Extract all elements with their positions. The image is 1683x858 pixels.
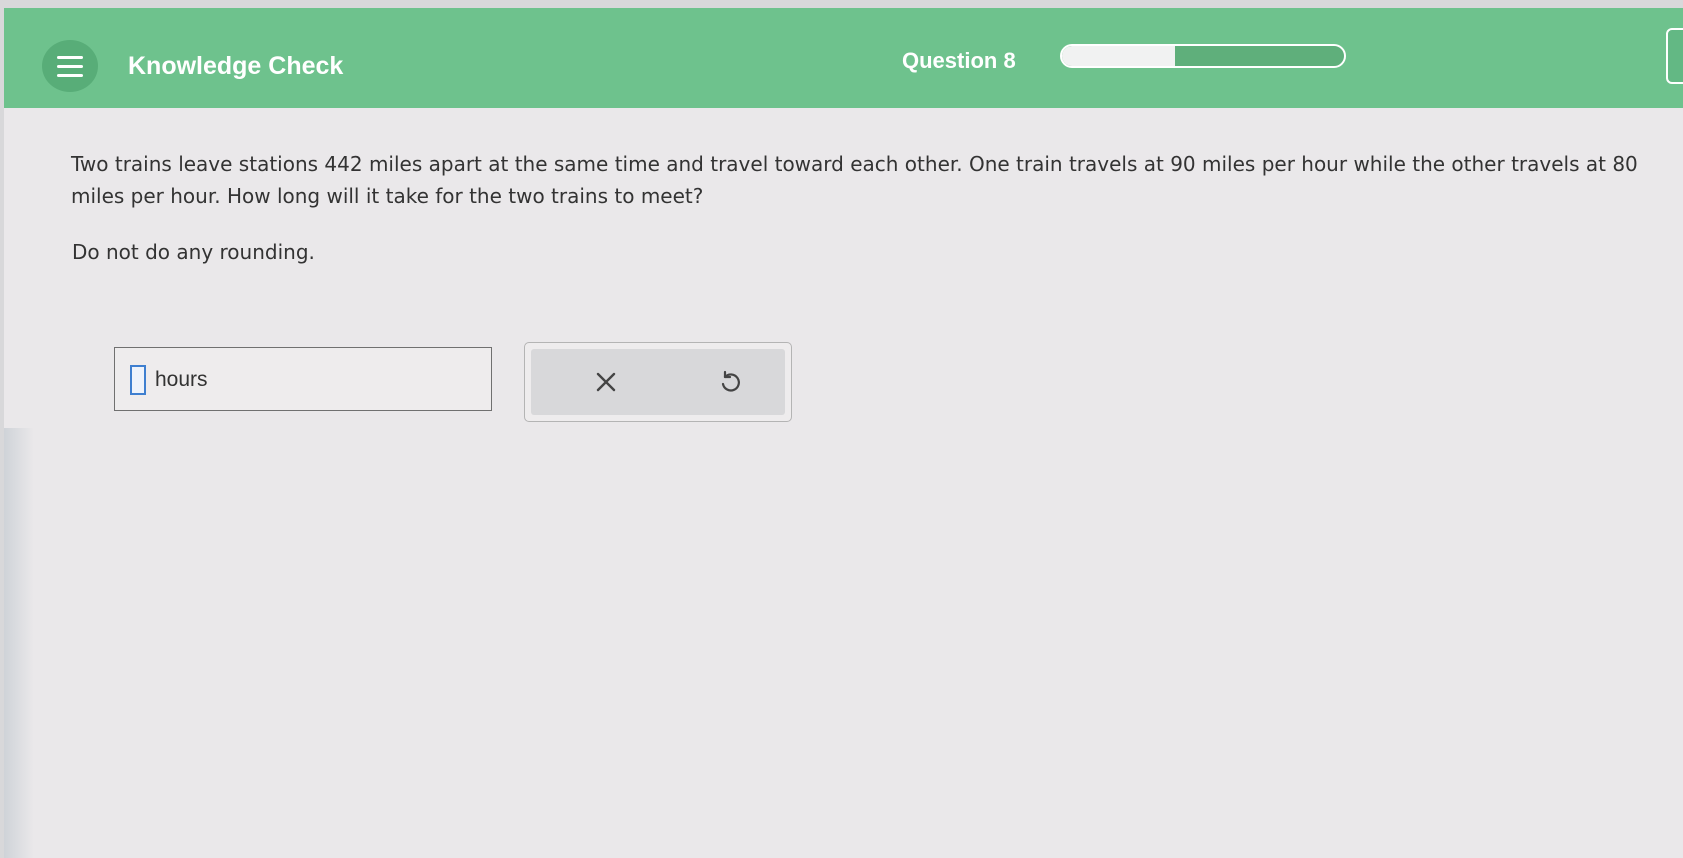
- answer-input[interactable]: [130, 365, 146, 395]
- clear-button[interactable]: [591, 367, 621, 397]
- question-number: Question 8: [902, 48, 1016, 73]
- progress-bar: [1060, 44, 1346, 68]
- unit-label: hours: [155, 368, 208, 391]
- question-text: Two trains leave stations 442 miles apar…: [71, 148, 1671, 212]
- header-right-button[interactable]: [1666, 28, 1683, 84]
- progress-bar-fill: [1062, 46, 1175, 66]
- undo-icon: [721, 370, 740, 392]
- undo-button[interactable]: [715, 367, 745, 397]
- app-screen: Knowledge Check Question 8 Two trains le…: [4, 8, 1683, 858]
- answer-tools-panel: [524, 342, 792, 422]
- page-title: Knowledge Check: [128, 52, 344, 80]
- close-x-icon: [596, 372, 616, 392]
- answer-tools-bar: [531, 349, 785, 415]
- answer-input-container[interactable]: hours: [114, 347, 492, 411]
- instruction-text: Do not do any rounding.: [72, 240, 315, 264]
- hamburger-menu-icon[interactable]: [42, 40, 98, 92]
- left-edge-shadow: [4, 428, 34, 858]
- problem-statement: Two trains leave stations 442 miles apar…: [71, 152, 1638, 208]
- top-header: Knowledge Check Question 8: [4, 8, 1683, 108]
